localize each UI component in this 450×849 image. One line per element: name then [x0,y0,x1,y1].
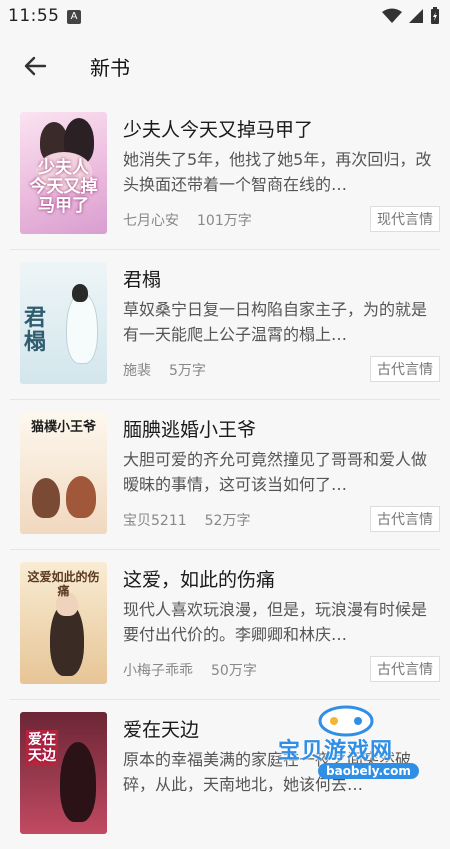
book-word-count: 50万字 [211,663,257,679]
book-meta: 小梅子乖乖 50万字 [123,660,257,680]
cover-title: 君 榻 [24,305,47,355]
book-title: 腼腆逃婚小王爷 [123,419,257,441]
watermark-text: 宝贝游戏网 [278,739,394,764]
app-bar: 新书 [0,34,450,98]
page-title: 新书 [90,56,130,80]
book-word-count: 5万字 [169,363,206,379]
book-author: 施裴 [123,363,151,379]
wifi-icon [382,8,402,23]
status-icons [382,7,440,25]
book-description: 草奴桑宁日复一日构陷自家主子，为的就是有一天能爬上公子温霄的榻上… [123,300,428,344]
status-time: 11:55 [8,6,60,26]
book-title: 君榻 [123,269,162,291]
book-item[interactable]: 这爱如此的伤痛 这爱，如此的伤痛 现代人喜欢玩浪漫，但是，玩浪漫有时候是要付出代… [10,550,440,700]
book-word-count: 101万字 [197,213,252,229]
book-meta: 七月心安 101万字 [123,210,252,230]
status-bar: 11:55 A [0,0,450,34]
book-author: 宝贝5211 [123,513,187,529]
book-cover: 少夫人 今天又掉 马甲了 [20,112,107,234]
book-description: 现代人喜欢玩浪漫，但是，玩浪漫有时候是要付出代价的。李卿卿和林庆… [123,600,428,644]
book-item[interactable]: 猫樸小王爷 腼腆逃婚小王爷 大胆可爱的齐允可竟然撞见了哥哥和爱人做暧昧的事情，这… [10,400,440,550]
cover-title: 猫樸小王爷 [30,420,96,435]
book-title: 这爱，如此的伤痛 [123,569,276,591]
book-cover: 君 榻 [20,262,107,384]
book-description: 大胆可爱的齐允可竟然撞见了哥哥和爱人做暧昧的事情，这可该当如何了… [123,450,428,494]
book-cover: 猫樸小王爷 [20,412,107,534]
back-button[interactable] [18,48,54,84]
cover-title: 少夫人 今天又掉 马甲了 [29,158,98,216]
book-title: 少夫人今天又掉马甲了 [123,119,314,141]
book-cover: 这爱如此的伤痛 [20,562,107,684]
book-word-count: 52万字 [204,513,251,529]
watermark-url: baobely.com [318,763,419,779]
book-description: 她消失了5年，他找了她5年，再次回归，改头换面还带着一个智商在线的… [123,150,432,194]
category-tag: 古代言情 [370,656,440,682]
book-item[interactable]: 君 榻 君榻 草奴桑宁日复一日构陷自家主子，为的就是有一天能爬上公子温霄的榻上…… [10,250,440,400]
notification-icon: A [67,10,81,24]
back-arrow-icon [24,56,47,76]
book-meta: 宝贝5211 52万字 [123,510,250,530]
book-title: 爱在天边 [123,719,200,741]
battery-icon [431,7,439,24]
book-cover: 爱在 天边 [20,712,107,834]
book-meta: 施裴 5万字 [123,360,206,380]
category-tag: 现代言情 [370,206,440,232]
signal-icon [409,9,423,23]
cover-title: 爱在 天边 [26,730,58,766]
category-tag: 古代言情 [370,506,440,532]
category-tag: 古代言情 [370,356,440,382]
cover-title: 这爱如此的伤痛 [27,570,100,598]
watermark: 宝贝游戏网 baobely.com [278,703,448,795]
book-author: 七月心安 [123,213,179,229]
book-item[interactable]: 少夫人 今天又掉 马甲了 少夫人今天又掉马甲了 她消失了5年，他找了她5年，再次… [10,100,440,250]
book-author: 小梅子乖乖 [123,663,193,679]
